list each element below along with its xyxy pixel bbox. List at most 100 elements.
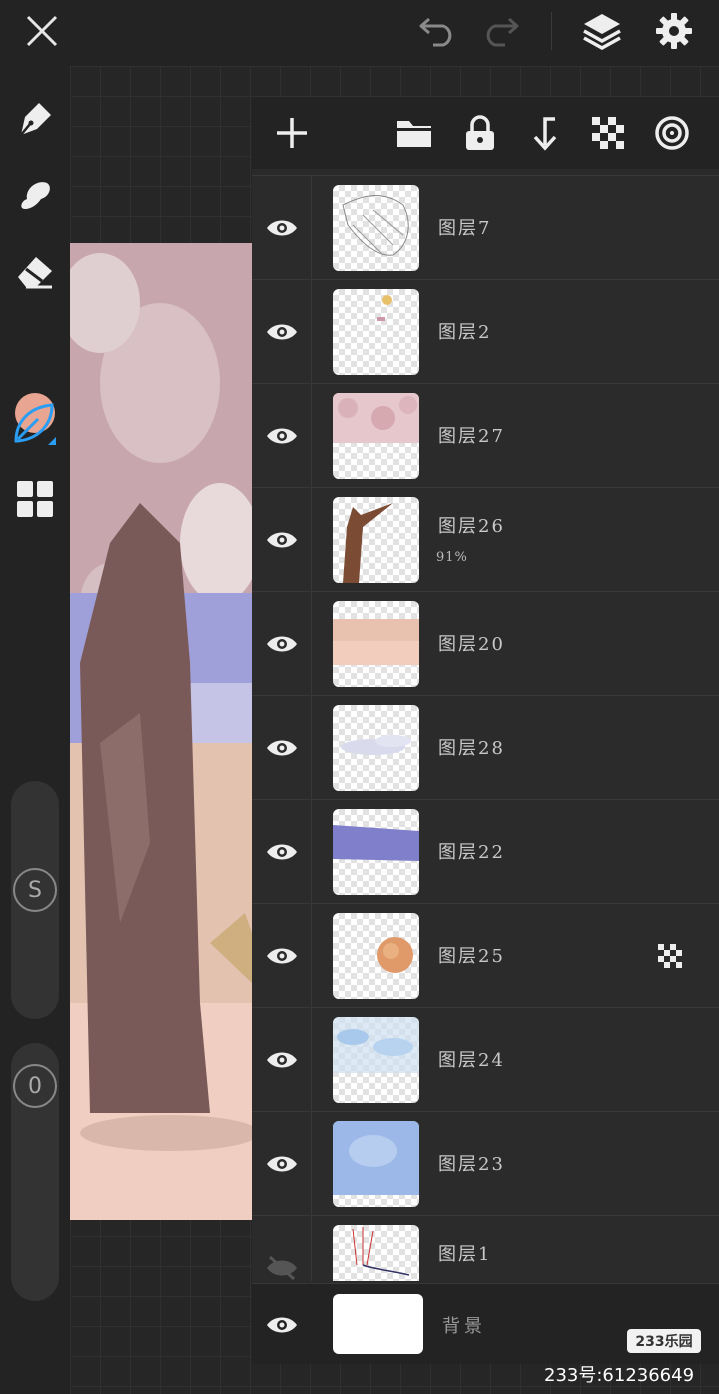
visibility-toggle[interactable]: [252, 280, 312, 384]
redo-icon: [486, 17, 519, 47]
visibility-toggle[interactable]: [252, 800, 312, 904]
eye-icon: [266, 636, 297, 652]
layer-name: 图层26: [438, 516, 505, 537]
thumb-sketch-lines: [352, 1227, 410, 1276]
visibility-toggle[interactable]: [252, 488, 312, 592]
visibility-toggle[interactable]: [252, 904, 312, 1008]
folder-icon: [397, 121, 431, 147]
target-icon: [655, 116, 689, 150]
layer-name: 图层22: [438, 842, 505, 863]
visibility-toggle[interactable]: [252, 592, 312, 696]
layer-name: 图层23: [438, 1154, 505, 1175]
plus-icon: [277, 118, 307, 148]
target-button[interactable]: [648, 109, 696, 157]
layer-thumbnail[interactable]: [333, 809, 419, 895]
lock-button[interactable]: [456, 109, 504, 157]
eye-icon: [266, 324, 297, 340]
top-divider: [551, 12, 552, 50]
pen-tool[interactable]: [9, 93, 61, 145]
layer-row[interactable]: 图层26 91%: [252, 487, 719, 592]
visibility-toggle[interactable]: [252, 1008, 312, 1112]
eye-icon: [266, 844, 297, 860]
layers-icon: [583, 14, 621, 50]
layer-row[interactable]: 图层22: [252, 799, 719, 904]
layer-row[interactable]: 图层1: [252, 1215, 719, 1281]
layer-row[interactable]: 图层27: [252, 383, 719, 488]
layer-thumbnail[interactable]: [333, 1225, 419, 1281]
background-thumbnail[interactable]: [333, 1294, 423, 1354]
left-toolbar: S 0: [0, 66, 70, 1394]
layer-row[interactable]: 图层20: [252, 591, 719, 696]
leaf-brush-icon: [14, 403, 56, 445]
lock-icon: [466, 115, 494, 150]
smudge-tool[interactable]: [9, 169, 61, 221]
eye-icon: [266, 740, 297, 756]
layer-thumbnail[interactable]: [333, 601, 419, 687]
layer-row[interactable]: 图层24: [252, 1007, 719, 1112]
layer-thumbnail[interactable]: [333, 913, 419, 999]
watermark-id: 233号:61236649: [544, 1365, 695, 1386]
undo-button[interactable]: [411, 8, 463, 54]
layer-thumbnail[interactable]: [333, 1121, 419, 1207]
eye-icon: [266, 220, 297, 236]
close-button[interactable]: [16, 8, 68, 54]
eye-icon: [266, 948, 297, 964]
layer-row[interactable]: 图层28: [252, 695, 719, 800]
redo-button[interactable]: [475, 8, 527, 54]
thumb-clouds: [341, 735, 411, 755]
leaf-brush-tool[interactable]: [9, 397, 61, 449]
size-label: S: [28, 877, 42, 903]
gear-icon: [656, 13, 692, 49]
eraser-icon: [18, 257, 52, 289]
layer-list[interactable]: 图层7 图层2 图层27 图层26 91% 图层20 图层28 图层22 图层2…: [252, 175, 719, 1281]
layer-thumbnail[interactable]: [333, 1017, 419, 1103]
opacity-slider-knob[interactable]: 0: [13, 1064, 57, 1108]
layer-name: 图层1: [438, 1244, 492, 1265]
eye-icon: [266, 428, 297, 444]
layer-row[interactable]: 图层23: [252, 1111, 719, 1216]
layer-opacity: 91%: [436, 550, 468, 565]
layer-name: 图层2: [438, 322, 492, 343]
layers-button[interactable]: [576, 8, 628, 54]
layer-row[interactable]: 图层25: [252, 903, 719, 1008]
visibility-toggle[interactable]: [252, 1112, 312, 1216]
folder-button[interactable]: [390, 109, 438, 157]
eraser-tool[interactable]: [9, 245, 61, 297]
layer-thumbnail[interactable]: [333, 497, 419, 583]
thumb-sea: [333, 825, 419, 861]
layer-row[interactable]: 图层7: [252, 175, 719, 280]
artwork-image: [70, 243, 252, 1220]
top-bar: [0, 0, 719, 66]
checker-icon: [658, 944, 682, 968]
grid-tool[interactable]: [9, 473, 61, 525]
visibility-toggle[interactable]: [252, 696, 312, 800]
close-icon: [26, 15, 58, 47]
add-layer-button[interactable]: [268, 109, 316, 157]
layer-thumbnail[interactable]: [333, 185, 419, 271]
layers-panel: 图层7 图层2 图层27 图层26 91% 图层20 图层28 图层22 图层2…: [252, 97, 719, 1364]
merge-down-button[interactable]: [520, 109, 568, 157]
artwork-canvas[interactable]: [70, 243, 252, 1220]
layer-name: 图层24: [438, 1050, 505, 1071]
size-slider-knob[interactable]: S: [13, 868, 57, 912]
watermark-logo: 233乐园: [627, 1329, 701, 1353]
layer-thumbnail[interactable]: [333, 393, 419, 479]
checker-button[interactable]: [584, 109, 632, 157]
visibility-toggle[interactable]: [252, 1284, 312, 1364]
layer-thumbnail[interactable]: [333, 289, 419, 375]
visibility-toggle[interactable]: [252, 176, 312, 280]
grid-icon: [17, 481, 53, 517]
layer-name: 图层20: [438, 634, 505, 655]
settings-button[interactable]: [648, 8, 700, 54]
smudge-icon: [21, 182, 50, 209]
pen-icon: [20, 103, 51, 136]
thumb-blossoms: [333, 393, 419, 443]
layer-thumbnail[interactable]: [333, 705, 419, 791]
layer-name: 图层25: [438, 946, 505, 967]
thumb-sky: [333, 1121, 419, 1195]
clipping-mask-indicator: [658, 944, 682, 972]
layer-row[interactable]: 图层2: [252, 279, 719, 384]
layer-name: 图层27: [438, 426, 505, 447]
visibility-toggle[interactable]: [252, 1216, 312, 1281]
visibility-toggle[interactable]: [252, 384, 312, 488]
